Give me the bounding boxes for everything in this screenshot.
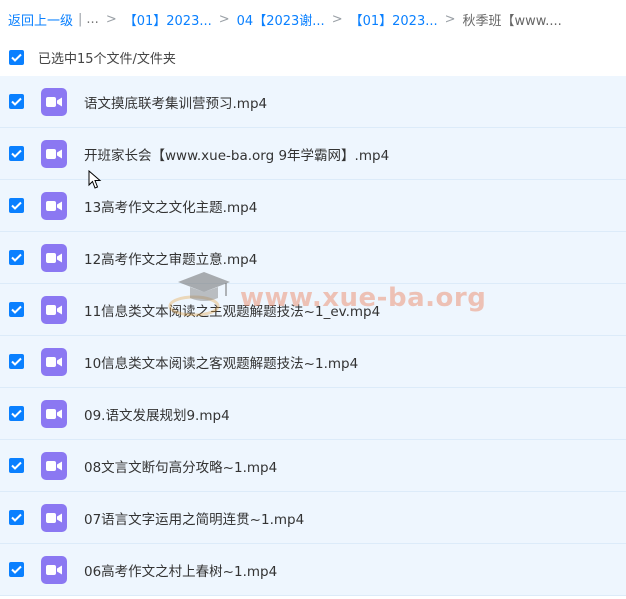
breadcrumb-divider: |: [78, 11, 83, 27]
selection-count-text: 已选中15个文件/文件夹: [38, 51, 176, 67]
file-name[interactable]: 开班家长会【www.xue-ba.org 9年学霸网】.mp4: [84, 144, 389, 164]
video-file-icon[interactable]: [41, 192, 67, 220]
selection-bar: 已选中15个文件/文件夹: [9, 48, 176, 67]
video-file-icon[interactable]: [41, 348, 67, 376]
file-row[interactable]: 08文言文断句高分攻略~1.mp4: [0, 440, 626, 492]
video-file-icon[interactable]: [41, 400, 67, 428]
file-row[interactable]: 开班家长会【www.xue-ba.org 9年学霸网】.mp4: [0, 128, 626, 180]
file-row[interactable]: 11信息类文本阅读之主观题解题技法~1_ev.mp4: [0, 284, 626, 336]
file-checkbox[interactable]: [9, 94, 24, 109]
file-checkbox[interactable]: [9, 354, 24, 369]
video-file-icon[interactable]: [41, 88, 67, 116]
file-checkbox[interactable]: [9, 198, 24, 213]
file-name[interactable]: 13高考作文之文化主题.mp4: [84, 196, 257, 216]
video-file-icon[interactable]: [41, 556, 67, 584]
file-row[interactable]: 07语言文字运用之简明连贯~1.mp4: [0, 492, 626, 544]
file-name[interactable]: 11信息类文本阅读之主观题解题技法~1_ev.mp4: [84, 300, 380, 320]
breadcrumb-ellipsis[interactable]: ...: [86, 12, 98, 27]
file-checkbox[interactable]: [9, 302, 24, 317]
file-checkbox[interactable]: [9, 458, 24, 473]
breadcrumb: 返回上一级 | ... > 【01】2023... > 04【2023谢... …: [8, 10, 562, 29]
file-name[interactable]: 07语言文字运用之简明连贯~1.mp4: [84, 508, 304, 528]
file-name[interactable]: 12高考作文之审题立意.mp4: [84, 248, 257, 268]
file-browser: 返回上一级 | ... > 【01】2023... > 04【2023谢... …: [0, 0, 626, 599]
file-row[interactable]: 12高考作文之审题立意.mp4: [0, 232, 626, 284]
file-name[interactable]: 08文言文断句高分攻略~1.mp4: [84, 456, 277, 476]
check-icon: [11, 305, 22, 314]
video-file-icon[interactable]: [41, 140, 67, 168]
file-row[interactable]: 13高考作文之文化主题.mp4: [0, 180, 626, 232]
file-name[interactable]: 语文摸底联考集训营预习.mp4: [84, 92, 267, 112]
breadcrumb-item-1[interactable]: 【01】2023...: [124, 10, 212, 29]
check-icon: [11, 409, 22, 418]
breadcrumb-separator: >: [444, 11, 456, 27]
video-file-icon[interactable]: [41, 296, 67, 324]
video-file-icon[interactable]: [41, 504, 67, 532]
back-up-link[interactable]: 返回上一级: [8, 10, 73, 29]
file-checkbox[interactable]: [9, 250, 24, 265]
breadcrumb-separator: >: [105, 11, 117, 27]
breadcrumb-separator: >: [331, 11, 343, 27]
file-checkbox[interactable]: [9, 146, 24, 161]
breadcrumb-separator: >: [218, 11, 230, 27]
check-icon: [11, 201, 22, 210]
breadcrumb-item-3[interactable]: 【01】2023...: [350, 10, 438, 29]
video-file-icon[interactable]: [41, 452, 67, 480]
check-icon: [11, 513, 22, 522]
check-icon: [11, 97, 22, 106]
file-row[interactable]: 09.语文发展规划9.mp4: [0, 388, 626, 440]
check-icon: [11, 461, 22, 470]
check-icon: [11, 253, 22, 262]
file-checkbox[interactable]: [9, 562, 24, 577]
file-list: 语文摸底联考集训营预习.mp4 开班家长会【www.xue-ba.org 9年学霸…: [0, 76, 626, 596]
file-name[interactable]: 10信息类文本阅读之客观题解题技法~1.mp4: [84, 352, 358, 372]
select-all-checkbox[interactable]: [9, 49, 24, 65]
file-checkbox[interactable]: [9, 510, 24, 525]
check-icon: [11, 565, 22, 574]
file-name[interactable]: 09.语文发展规划9.mp4: [84, 404, 230, 424]
video-file-icon[interactable]: [41, 244, 67, 272]
file-checkbox[interactable]: [9, 406, 24, 421]
check-icon: [11, 357, 22, 366]
file-row[interactable]: 10信息类文本阅读之客观题解题技法~1.mp4: [0, 336, 626, 388]
file-row[interactable]: 06高考作文之村上春树~1.mp4: [0, 544, 626, 596]
check-icon: [11, 53, 22, 62]
check-icon: [11, 149, 22, 158]
breadcrumb-item-2[interactable]: 04【2023谢...: [237, 10, 325, 29]
file-row[interactable]: 语文摸底联考集训营预习.mp4: [0, 76, 626, 128]
file-name[interactable]: 06高考作文之村上春树~1.mp4: [84, 560, 277, 580]
breadcrumb-current: 秋季班【www....: [462, 13, 562, 29]
